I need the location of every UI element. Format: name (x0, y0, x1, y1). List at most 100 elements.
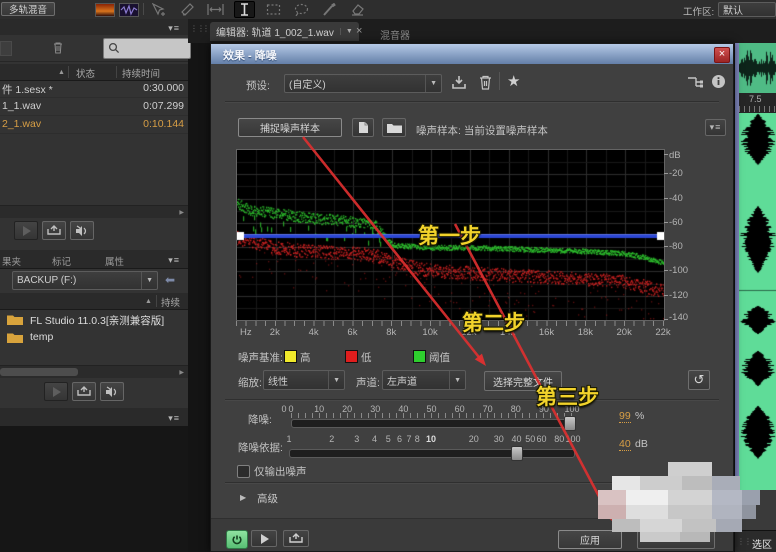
marquee-tool-icon[interactable] (264, 2, 283, 17)
tab-folders[interactable]: 果夹 (2, 254, 21, 268)
auto-play-speaker-button[interactable] (100, 382, 124, 401)
waveform-display[interactable] (739, 113, 776, 490)
panel-menu-icon[interactable]: ▾≡ (168, 23, 180, 34)
back-arrow-icon[interactable]: ⬅ (165, 273, 175, 287)
tab-markers[interactable]: 标记 (52, 254, 71, 268)
tab-close-icon[interactable]: × (356, 26, 362, 36)
chevron-down-icon: ▼ (425, 75, 437, 92)
panel-menu-icon[interactable]: ▾≡ (168, 255, 180, 266)
dialog-close-button[interactable]: × (714, 47, 730, 63)
slip-tool-icon[interactable] (206, 2, 225, 17)
tab-editor[interactable]: 编辑器: 轨道 1_002_1.wav ▼ (210, 22, 359, 41)
save-preset-icon[interactable] (451, 75, 467, 90)
scale-label: 缩放: (238, 375, 262, 390)
spectral-view-icon[interactable] (95, 3, 115, 17)
list-item[interactable]: FL Studio 11.0.3[亲测兼容版] (0, 310, 188, 328)
tab-mixer[interactable]: 混音器 (380, 27, 410, 42)
table-row[interactable]: 2_1.wav0:10.144 (0, 116, 188, 134)
sort-asc-icon[interactable]: ▲ (145, 298, 152, 305)
divider (499, 72, 500, 90)
nr-value[interactable]: 99 (619, 410, 631, 423)
file-name: 件 1.sesx * (2, 82, 53, 97)
col-status[interactable]: 状态 (76, 66, 95, 80)
loop-preview-button[interactable] (283, 530, 309, 547)
rb-slider-label: 降噪依据: (238, 440, 283, 455)
loop-playback-button[interactable] (72, 382, 96, 401)
scroll-right-arrow-icon[interactable]: ▶ (179, 209, 184, 216)
disclosure-triangle-icon[interactable]: ▶ (240, 493, 246, 502)
tab-properties[interactable]: 属性 (105, 254, 124, 268)
list-item[interactable]: temp (0, 328, 188, 346)
dialog-titlebar[interactable]: 效果 - 降噪 × (211, 44, 733, 64)
multitrack-button[interactable]: 多轨混音 (1, 2, 55, 16)
y-tick-label: -20 (669, 168, 683, 179)
rb-scale-number: 1 (286, 434, 291, 444)
nr-slider-track[interactable] (291, 419, 574, 428)
table-row[interactable]: 件 1.sesx *0:30.000 (0, 80, 188, 98)
browser-tabs-bar: 果夹 标记 属性 ▾≡ (0, 250, 188, 269)
play-button[interactable] (14, 221, 38, 240)
col-duration[interactable]: 持续时间 (122, 66, 160, 80)
sort-asc-icon[interactable]: ▲ (58, 69, 65, 76)
load-noise-print-file-icon[interactable] (352, 118, 374, 137)
trash-icon[interactable] (52, 41, 64, 54)
scroll-right-arrow-icon[interactable]: ▶ (179, 369, 184, 376)
reset-button[interactable]: ↺ (688, 370, 710, 390)
lasso-tool-icon[interactable] (292, 2, 311, 17)
play-button[interactable] (44, 382, 68, 401)
save-noise-print-folder-icon[interactable] (382, 118, 406, 137)
mosaic-block (716, 519, 742, 532)
brush-tool-icon[interactable] (320, 2, 339, 17)
razor-tool-icon[interactable] (178, 2, 197, 17)
ruler-ticks (739, 106, 776, 112)
graph-menu-button[interactable]: ▾≡ (705, 119, 726, 136)
y-tick (664, 198, 668, 199)
move-tool-icon[interactable] (150, 2, 169, 17)
chevron-down-icon[interactable]: ▼ (340, 28, 353, 35)
drive-dropdown[interactable]: BACKUP (F:) ▼ (12, 271, 158, 290)
selection-status-label[interactable]: 选区 (752, 536, 772, 551)
io-routing-icon[interactable] (687, 76, 703, 89)
time-selection-tool-icon[interactable] (234, 1, 255, 18)
waveform-overview[interactable] (739, 43, 776, 93)
nr-unit: % (635, 410, 644, 422)
panel-grip[interactable]: ⋮⋮ (737, 537, 751, 546)
auto-play-speaker-button[interactable] (70, 221, 94, 240)
waveform-view-icon[interactable] (119, 3, 139, 17)
scale-dropdown[interactable]: 线性 ▼ (263, 370, 345, 390)
scroll-thumb[interactable] (0, 368, 78, 376)
effect-power-toggle[interactable] (226, 530, 248, 549)
files-hscrollbar[interactable]: ▶ (0, 205, 188, 218)
output-noise-only-checkbox[interactable] (237, 465, 250, 478)
timeline-ruler[interactable]: 7.5 (739, 93, 776, 114)
channel-dropdown[interactable]: 左声道 ▼ (382, 370, 466, 390)
browser-hscrollbar[interactable]: ▶ (0, 365, 188, 378)
left-panel: ▾≡ ▲ 状态 持续时间 件 1.sesx *0:30.0001_1.wav0:… (0, 19, 188, 552)
delete-preset-icon[interactable] (479, 75, 492, 90)
rb-slider-track[interactable] (289, 449, 575, 458)
workspace-dropdown[interactable]: 默认 (718, 2, 776, 17)
preview-play-button[interactable] (251, 530, 277, 547)
separator (225, 399, 719, 401)
x-tick-label: 4k (309, 327, 319, 338)
apply-button[interactable]: 应用 (558, 530, 622, 549)
col-divider (116, 66, 117, 78)
rb-value[interactable]: 40 (619, 438, 631, 451)
search-input[interactable] (103, 38, 191, 59)
panel-menu-icon[interactable]: ▾≡ (168, 413, 180, 424)
advanced-label[interactable]: 高级 (257, 491, 278, 506)
mosaic-block (712, 490, 742, 505)
preset-dropdown[interactable]: (自定义) ▼ (284, 74, 442, 93)
eraser-tool-icon[interactable] (348, 2, 367, 17)
info-icon[interactable] (711, 74, 726, 89)
col-duration[interactable]: 持续 (161, 295, 180, 309)
table-row[interactable]: 1_1.wav0:07.299 (0, 98, 188, 116)
file-duration: 0:10.144 (143, 118, 184, 130)
rb-slider-handle[interactable] (511, 446, 523, 461)
capture-noise-print-button[interactable]: 捕捉噪声样本 (238, 118, 342, 137)
mosaic-block (682, 519, 716, 532)
y-tick (664, 246, 668, 247)
nr-slider-handle[interactable] (564, 416, 576, 431)
favorite-star-icon[interactable]: ★ (507, 72, 520, 90)
loop-playback-button[interactable] (42, 221, 66, 240)
